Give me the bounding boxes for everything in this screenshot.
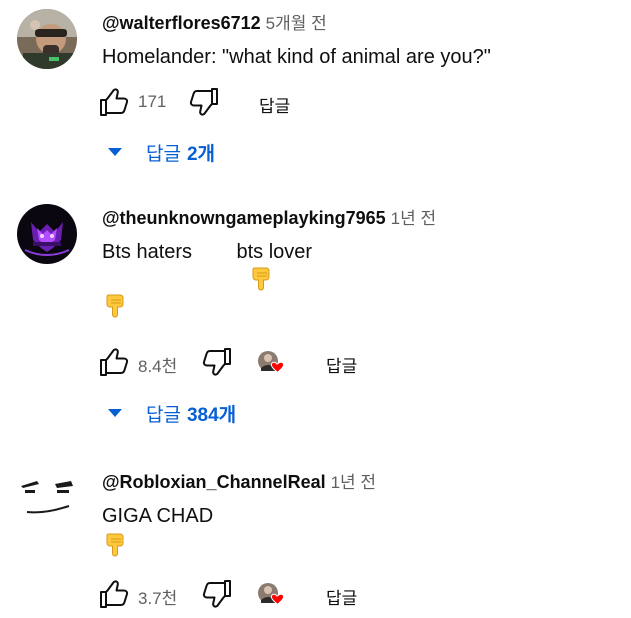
comment-text: GIGA CHAD (102, 505, 214, 527)
comment-header: @walterflores6712 5개월 전 (102, 9, 621, 33)
creator-heart-icon (258, 351, 285, 374)
replies-label: 답글 (146, 404, 181, 426)
view-replies-button[interactable]: 답글 2개 (108, 137, 215, 167)
user-photo-avatar-icon (17, 9, 77, 69)
avatar[interactable] (17, 204, 77, 264)
dislike-button[interactable] (201, 578, 233, 610)
reply-button[interactable]: 답글 (326, 352, 357, 377)
comment-header: @theunknowngameplayking7965 1년 전 (102, 204, 621, 228)
comment-text: Bts haters bts lover (102, 241, 313, 263)
thumb-up-icon (100, 88, 129, 116)
comment-header: @Robloxian_ChannelReal 1년 전 (102, 468, 621, 492)
author-name[interactable]: @walterflores6712 (102, 13, 261, 33)
comment-thread-1: @walterflores6712 5개월 전 Homelander: "what… (0, 0, 631, 180)
reply-button[interactable]: 답글 (259, 92, 290, 117)
author-name[interactable]: @Robloxian_ChannelReal (102, 472, 326, 492)
avatar[interactable] (17, 9, 77, 69)
thumb-down-icon (189, 88, 218, 116)
pointing-down-emoji (106, 294, 124, 318)
comment-emoji-line (102, 266, 621, 292)
comment-thread-2: @theunknowngameplayking7965 1년 전 Bts hate… (0, 196, 631, 436)
pointing-down-emoji (252, 267, 270, 291)
caret-down-icon (108, 148, 122, 156)
creator-heart-icon (258, 583, 285, 606)
view-replies-button[interactable]: 답글 384개 (108, 398, 236, 428)
like-count: 171 (138, 92, 167, 111)
dislike-button[interactable] (188, 86, 220, 118)
comment-time[interactable]: 1년 전 (391, 209, 436, 228)
comment-text: Homelander: "what kind of animal are you… (102, 46, 491, 68)
purple-wolf-avatar-icon (17, 204, 77, 264)
comment-action-bar: 3.7천 답글 (98, 578, 518, 610)
creator-heart-badge (256, 580, 290, 610)
comment-thread-3: @Robloxian_ChannelReal 1년 전 GIGA CHAD 3.7… (0, 460, 631, 618)
caret-down-icon (108, 409, 122, 417)
like-count: 8.4천 (138, 357, 178, 376)
thumb-down-icon (202, 580, 231, 608)
like-button[interactable] (98, 578, 130, 610)
comment-emoji-line (102, 530, 621, 560)
reply-button[interactable]: 답글 (326, 584, 357, 609)
thumb-down-icon (202, 348, 231, 376)
pointing-down-emoji (106, 533, 124, 557)
comment-time[interactable]: 1년 전 (331, 473, 376, 492)
thumb-up-icon (100, 348, 129, 376)
comment-emoji-line (102, 292, 621, 322)
replies-count: 384개 (186, 404, 237, 426)
dislike-button[interactable] (201, 346, 233, 378)
like-count: 3.7천 (138, 589, 178, 608)
replies-label: 답글 (146, 143, 181, 165)
like-button[interactable] (98, 86, 130, 118)
creator-heart-badge (256, 348, 290, 378)
thumb-up-icon (100, 580, 129, 608)
avatar[interactable] (17, 468, 77, 528)
author-name[interactable]: @theunknowngameplayking7965 (102, 208, 386, 228)
comment-time[interactable]: 5개월 전 (266, 14, 327, 33)
chad-face-avatar-icon (17, 468, 77, 528)
like-button[interactable] (98, 346, 130, 378)
comment-action-bar: 171 답글 (98, 86, 518, 118)
comment-action-bar: 8.4천 답글 (98, 346, 518, 378)
replies-count: 2개 (186, 143, 216, 165)
